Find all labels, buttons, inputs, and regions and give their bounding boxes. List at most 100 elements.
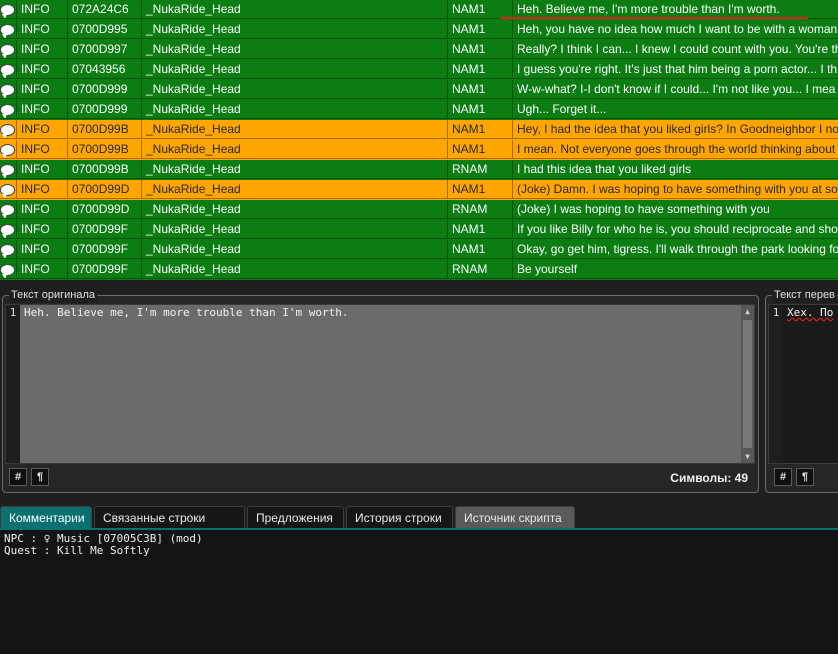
cell-field: RNAM bbox=[448, 160, 513, 179]
cell-field: RNAM bbox=[448, 260, 513, 279]
cell-editor-id: _NukaRide_Head bbox=[142, 40, 448, 59]
cell-text: W-w-what? I-I don't know if I could... I… bbox=[513, 80, 838, 99]
cell-text: Hey, I had the idea that you liked girls… bbox=[513, 120, 838, 139]
dialogue-bubble-icon bbox=[0, 244, 15, 258]
translation-text-title: Текст перев bbox=[772, 287, 837, 303]
icon-cell bbox=[0, 240, 17, 259]
cell-editor-id: _NukaRide_Head bbox=[142, 160, 448, 179]
table-row[interactable]: INFO 0700D997 _NukaRide_Head NAM1 Really? I … bbox=[0, 40, 838, 60]
icon-cell bbox=[0, 180, 17, 199]
table-row[interactable]: INFO 0700D99B _NukaRide_Head NAM1 Hey, I had… bbox=[0, 120, 838, 140]
table-row[interactable]: INFO 072A24C6 _NukaRide_Head NAM1 Heh. Belie… bbox=[0, 0, 838, 20]
table-row[interactable]: INFO 07043956 _NukaRide_Head NAM1 I guess yo… bbox=[0, 60, 838, 80]
scroll-thumb[interactable] bbox=[743, 320, 752, 448]
cell-editor-id: _NukaRide_Head bbox=[142, 240, 448, 259]
table-row[interactable]: INFO 0700D99D _NukaRide_Head NAM1 (Joke) Dam… bbox=[0, 180, 838, 200]
cell-type: INFO bbox=[17, 0, 68, 19]
cell-field: NAM1 bbox=[448, 80, 513, 99]
cell-form-id: 0700D99F bbox=[68, 240, 142, 259]
icon-cell bbox=[0, 20, 17, 39]
scroll-down-arrow-icon[interactable]: ▼ bbox=[741, 450, 754, 463]
dialogue-bubble-icon bbox=[0, 104, 15, 118]
line-number: 1 bbox=[769, 305, 783, 463]
translation-text-content[interactable]: Хех. По bbox=[787, 305, 833, 321]
cell-type: INFO bbox=[17, 60, 68, 79]
cell-field: NAM1 bbox=[448, 240, 513, 259]
toggle-paragraph-marks-button[interactable]: ¶ bbox=[31, 468, 49, 486]
table-row[interactable]: INFO 0700D99D _NukaRide_Head RNAM (Joke) I w… bbox=[0, 200, 838, 220]
cell-field: RNAM bbox=[448, 200, 513, 219]
table-row[interactable]: INFO 0700D99B _NukaRide_Head NAM1 I mean. No… bbox=[0, 140, 838, 160]
cell-text: I mean. Not everyone goes through the wo… bbox=[513, 140, 838, 159]
cell-form-id: 0700D99B bbox=[68, 120, 142, 139]
cell-form-id: 0700D999 bbox=[68, 80, 142, 99]
cell-type: INFO bbox=[17, 80, 68, 99]
cell-type: INFO bbox=[17, 120, 68, 139]
cell-field: NAM1 bbox=[448, 20, 513, 39]
cell-editor-id: _NukaRide_Head bbox=[142, 60, 448, 79]
cell-type: INFO bbox=[17, 180, 68, 199]
tab-comments[interactable]: Комментарии bbox=[0, 506, 92, 528]
table-row[interactable]: INFO 0700D995 _NukaRide_Head NAM1 Heh, you h… bbox=[0, 20, 838, 40]
cell-text: If you like Billy for who he is, you sho… bbox=[513, 220, 838, 239]
table-row[interactable]: INFO 0700D99F _NukaRide_Head NAM1 Okay, go g… bbox=[0, 240, 838, 260]
cell-field: NAM1 bbox=[448, 100, 513, 119]
tab-suggestions[interactable]: Предложения bbox=[247, 506, 344, 528]
icon-cell bbox=[0, 120, 17, 139]
cell-text: Heh, you have no idea how much I want to… bbox=[513, 20, 838, 39]
cell-form-id: 0700D999 bbox=[68, 100, 142, 119]
toggle-special-chars-button[interactable]: # bbox=[774, 468, 792, 486]
comments-panel: NPC : ♀ Music [07005C3B] (mod) Quest : K… bbox=[0, 530, 838, 654]
original-text-content[interactable]: Heh. Believe me, I'm more trouble than I… bbox=[24, 305, 349, 321]
cell-field: NAM1 bbox=[448, 180, 513, 199]
table-row[interactable]: INFO 0700D99F _NukaRide_Head NAM1 If you lik… bbox=[0, 220, 838, 240]
original-vertical-scrollbar[interactable]: ▲ ▼ bbox=[741, 305, 754, 463]
icon-cell bbox=[0, 260, 17, 279]
toggle-special-chars-button[interactable]: # bbox=[9, 468, 27, 486]
dialogue-bubble-icon bbox=[0, 124, 15, 138]
cell-form-id: 0700D99B bbox=[68, 140, 142, 159]
cell-text: Okay, go get him, tigress. I'll walk thr… bbox=[513, 240, 838, 259]
cell-type: INFO bbox=[17, 220, 68, 239]
cell-type: INFO bbox=[17, 160, 68, 179]
original-text-title: Текст оригинала bbox=[9, 287, 98, 303]
dialogue-bubble-icon bbox=[0, 184, 15, 198]
cell-editor-id: _NukaRide_Head bbox=[142, 140, 448, 159]
cell-editor-id: _NukaRide_Head bbox=[142, 20, 448, 39]
dialogue-bubble-icon bbox=[0, 144, 15, 158]
icon-cell bbox=[0, 0, 17, 19]
icon-cell bbox=[0, 40, 17, 59]
cell-field: NAM1 bbox=[448, 120, 513, 139]
tab-string-history[interactable]: История строки bbox=[346, 506, 453, 528]
table-row[interactable]: INFO 0700D99F _NukaRide_Head RNAM Be yoursel… bbox=[0, 260, 838, 280]
cell-text: Be yourself bbox=[513, 260, 838, 279]
cell-type: INFO bbox=[17, 20, 68, 39]
tab-script-source[interactable]: Источник скрипта bbox=[455, 506, 575, 528]
cell-editor-id: _NukaRide_Head bbox=[142, 120, 448, 139]
cell-type: INFO bbox=[17, 200, 68, 219]
original-text-group: Текст оригинала 1 Heh. Believe me, I'm m… bbox=[2, 287, 759, 493]
cell-editor-id: _NukaRide_Head bbox=[142, 100, 448, 119]
cell-form-id: 0700D99D bbox=[68, 180, 142, 199]
cell-form-id: 0700D99F bbox=[68, 220, 142, 239]
dialogue-bubble-icon bbox=[0, 44, 15, 58]
toggle-paragraph-marks-button[interactable]: ¶ bbox=[796, 468, 814, 486]
scroll-up-arrow-icon[interactable]: ▲ bbox=[741, 305, 754, 318]
original-text-editor[interactable]: 1 Heh. Believe me, I'm more trouble than… bbox=[5, 304, 755, 464]
strings-table[interactable]: INFO 072A24C6 _NukaRide_Head NAM1 Heh. Belie… bbox=[0, 0, 838, 280]
icon-cell bbox=[0, 60, 17, 79]
table-row[interactable]: INFO 0700D999 _NukaRide_Head NAM1 Ugh... For… bbox=[0, 100, 838, 120]
cell-form-id: 0700D995 bbox=[68, 20, 142, 39]
tab-related-mod-strings[interactable]: Связанные строки мода bbox=[94, 506, 245, 547]
line-number: 1 bbox=[6, 305, 20, 463]
selected-row-underline bbox=[500, 17, 808, 19]
table-row[interactable]: INFO 0700D999 _NukaRide_Head NAM1 W-w-what? … bbox=[0, 80, 838, 100]
cell-field: NAM1 bbox=[448, 40, 513, 59]
cell-editor-id: _NukaRide_Head bbox=[142, 180, 448, 199]
icon-cell bbox=[0, 140, 17, 159]
cell-type: INFO bbox=[17, 40, 68, 59]
translation-text-editor[interactable]: 1 Хех. По bbox=[768, 304, 838, 464]
table-row[interactable]: INFO 0700D99B _NukaRide_Head RNAM I had this… bbox=[0, 160, 838, 180]
cell-editor-id: _NukaRide_Head bbox=[142, 220, 448, 239]
cell-editor-id: _NukaRide_Head bbox=[142, 260, 448, 279]
